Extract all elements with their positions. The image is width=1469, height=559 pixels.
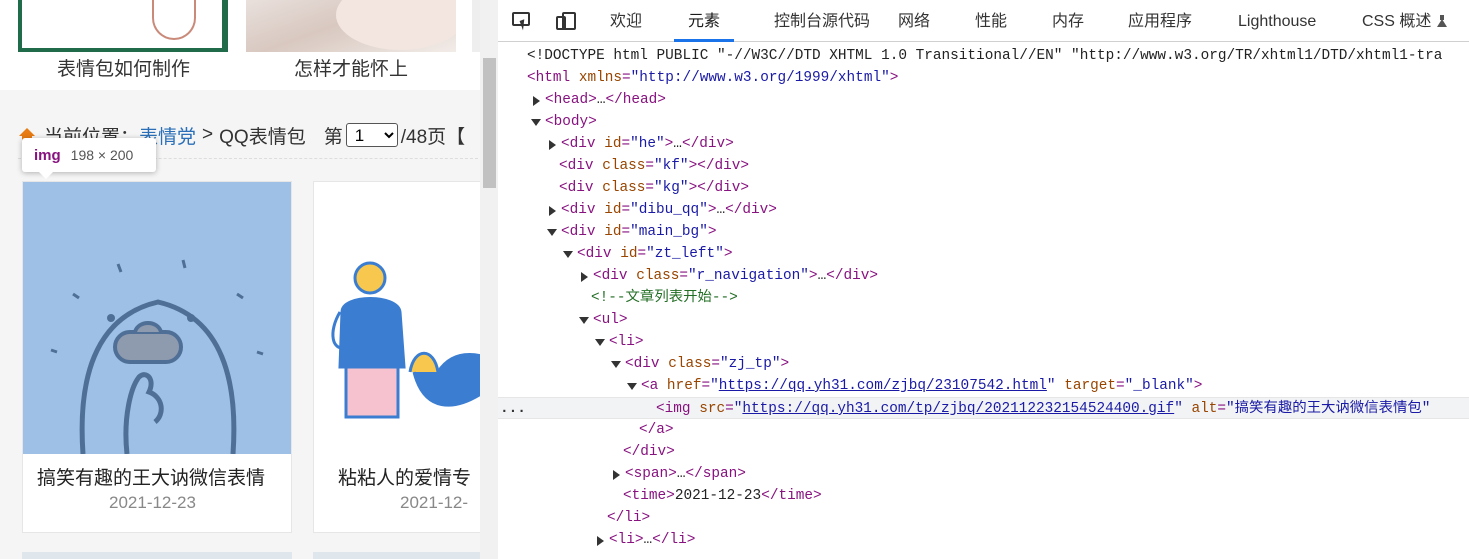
page-total: /48页 — [400, 126, 447, 148]
expand-arrow-icon[interactable] — [533, 96, 540, 106]
ghost-drawing — [152, 0, 196, 40]
tab-application[interactable]: 应用程序 — [1128, 0, 1192, 42]
dom-node[interactable]: <div class="zj_tp"> — [498, 353, 1469, 375]
page-scrollbar[interactable] — [480, 0, 498, 559]
tooltip-tag: img — [34, 146, 61, 164]
page-label: 第 — [323, 126, 343, 148]
card-image[interactable] — [23, 182, 291, 454]
active-tab-indicator — [674, 39, 734, 42]
thumbnail-caption[interactable]: 怎样才能怀上 — [294, 54, 408, 81]
dom-node[interactable]: </a> — [498, 419, 1469, 441]
dom-node[interactable]: <time>2021-12-23</time> — [498, 485, 1469, 507]
dom-node[interactable]: </div> — [498, 441, 1469, 463]
page-select[interactable]: 1 — [345, 123, 398, 147]
tab-memory[interactable]: 内存 — [1052, 0, 1084, 42]
expand-arrow-icon[interactable] — [549, 140, 556, 150]
next-card-edge — [313, 552, 480, 559]
couple-illustration — [331, 261, 480, 419]
dom-node[interactable]: <html xmlns="http://www.w3.org/1999/xhtm… — [498, 67, 1469, 89]
collapse-arrow-icon[interactable] — [563, 251, 573, 258]
src-link[interactable]: https://qq.yh31.com/tp/zjbq/202112232154… — [742, 401, 1174, 417]
breadcrumb-separator: > — [202, 124, 214, 145]
collapse-arrow-icon[interactable] — [579, 317, 589, 324]
tab-console[interactable]: 控制台 — [774, 0, 822, 42]
tab-css-overview[interactable]: CSS 概述 — [1362, 0, 1448, 42]
collapse-arrow-icon[interactable] — [547, 229, 557, 236]
inspect-element-icon[interactable] — [512, 12, 534, 32]
card-date: 2021-12- — [400, 493, 469, 512]
expand-arrow-icon[interactable] — [613, 470, 620, 480]
href-link[interactable]: https://qq.yh31.com/zjbq/23107542.html — [719, 378, 1047, 394]
tab-network[interactable]: 网络 — [898, 0, 930, 42]
web-page: 表情包如何制作 怎样才能怀上 当前位置： 表情党 > QQ表情包 第 1 /48… — [0, 0, 480, 559]
tab-lighthouse[interactable]: Lighthouse — [1238, 0, 1316, 42]
flask-icon — [1437, 15, 1448, 27]
card-date: 2021-12-23 — [109, 493, 196, 512]
dom-node[interactable]: <!DOCTYPE html PUBLIC "-//W3C//DTD XHTML… — [498, 45, 1469, 67]
more-options-icon[interactable]: ... — [500, 398, 526, 418]
dom-node[interactable]: <ul> — [498, 309, 1469, 331]
scrollbar-thumb[interactable] — [483, 58, 496, 188]
device-toolbar-icon[interactable] — [556, 12, 578, 32]
tooltip-dimensions: 198 × 200 — [70, 147, 134, 163]
dom-tree[interactable]: <!DOCTYPE html PUBLIC "-//W3C//DTD XHTML… — [498, 45, 1469, 551]
bracket: 【 — [446, 126, 466, 148]
dom-node[interactable]: <div class="kg"></div> — [498, 177, 1469, 199]
thumbnail-caption[interactable]: 表情包如何制作 — [57, 54, 190, 81]
collapse-arrow-icon[interactable] — [611, 361, 621, 368]
tab-welcome[interactable]: 欢迎 — [610, 0, 642, 42]
devtools-panel: 欢迎 元素 控制台 源代码 网络 性能 内存 应用程序 Lighthouse C… — [498, 0, 1469, 559]
card-title[interactable]: 搞笑有趣的王大讷微信表情 — [37, 463, 265, 490]
dom-node[interactable]: <div id="zt_left"> — [498, 243, 1469, 265]
dom-node[interactable]: <div id="dibu_qq">…</div> — [498, 199, 1469, 221]
breadcrumb-current: QQ表情包 — [219, 126, 306, 148]
expand-arrow-icon[interactable] — [597, 536, 604, 546]
collapse-arrow-icon[interactable] — [627, 383, 637, 390]
tab-performance[interactable]: 性能 — [975, 0, 1007, 42]
inspect-tooltip: img 198 × 200 — [22, 138, 156, 179]
expand-arrow-icon[interactable] — [549, 206, 556, 216]
dom-node[interactable]: </li> — [498, 507, 1469, 529]
dom-node[interactable]: <div class="kf"></div> — [498, 155, 1469, 177]
tab-elements[interactable]: 元素 — [688, 0, 720, 42]
dom-node[interactable]: <span>…</span> — [498, 463, 1469, 485]
thumbnail-image[interactable] — [18, 0, 228, 52]
collapse-arrow-icon[interactable] — [531, 119, 541, 126]
dom-node[interactable]: <div class="r_navigation">…</div> — [498, 265, 1469, 287]
dom-node[interactable]: <!--文章列表开始--> — [498, 287, 1469, 309]
dom-node[interactable]: <div id="he">…</div> — [498, 133, 1469, 155]
dom-node[interactable]: <a href="https://qq.yh31.com/zjbq/231075… — [498, 375, 1469, 397]
dom-node[interactable]: <div id="main_bg"> — [498, 221, 1469, 243]
thumbnail-image[interactable] — [246, 0, 456, 52]
dom-node[interactable]: <li>…</li> — [498, 529, 1469, 551]
penguin-illustration — [50, 259, 264, 454]
dom-node[interactable]: <li> — [498, 331, 1469, 353]
dom-node[interactable]: <body> — [498, 111, 1469, 133]
devtools-tabbar: 欢迎 元素 控制台 源代码 网络 性能 内存 应用程序 Lighthouse C… — [498, 0, 1469, 42]
next-card-edge — [22, 552, 292, 559]
emoji-card[interactable]: 搞笑有趣的王大讷微信表情 2021-12-23 — [22, 181, 292, 533]
card-title[interactable]: 粘粘人的爱情专 — [338, 463, 471, 490]
emoji-card[interactable]: 粘粘人的爱情专 2021-12- — [313, 181, 480, 533]
tab-sources[interactable]: 源代码 — [822, 0, 870, 42]
dom-node[interactable]: <head>…</head> — [498, 89, 1469, 111]
thumbnail-image[interactable] — [472, 0, 480, 52]
card-image[interactable] — [314, 182, 480, 454]
collapse-arrow-icon[interactable] — [595, 339, 605, 346]
expand-arrow-icon[interactable] — [581, 272, 588, 282]
dom-node-selected[interactable]: ... <img src="https://qq.yh31.com/tp/zjb… — [498, 397, 1469, 419]
